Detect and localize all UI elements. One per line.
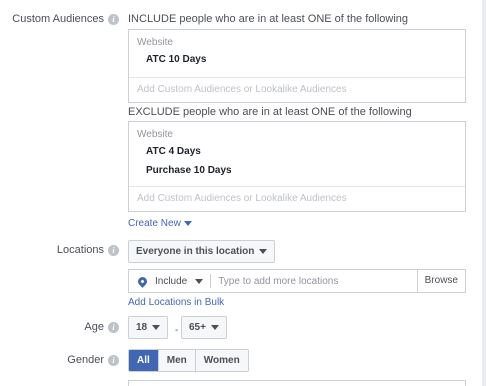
info-icon[interactable]: i bbox=[108, 354, 119, 366]
divider bbox=[210, 274, 212, 288]
age-label: Age i bbox=[84, 321, 119, 333]
include-audience-box: Website ATC 10 Days Add Custom Audiences… bbox=[128, 29, 466, 103]
create-new-link[interactable]: Create New bbox=[128, 218, 192, 229]
location-search-box: Include Type to add more locations Brows… bbox=[128, 269, 466, 293]
age-min-dropdown[interactable]: 18 bbox=[128, 316, 169, 339]
audience-item[interactable]: ATC 4 Days bbox=[137, 142, 457, 161]
age-label-text: Age bbox=[84, 321, 104, 333]
audience-item[interactable]: ATC 10 Days bbox=[137, 50, 457, 69]
include-label: Include bbox=[155, 275, 188, 287]
audience-category: Website bbox=[137, 37, 173, 48]
chevron-down-icon bbox=[259, 249, 268, 254]
chevron-down-icon bbox=[195, 278, 204, 284]
add-audience-input[interactable]: Add Custom Audiences or Lookalike Audien… bbox=[129, 77, 465, 102]
info-icon[interactable]: i bbox=[108, 321, 119, 333]
locations-label-text: Locations bbox=[56, 244, 104, 256]
exclude-audience-box: Website ATC 4 Days Purchase 10 Days Add … bbox=[128, 121, 466, 212]
info-icon[interactable]: i bbox=[108, 13, 119, 25]
next-field-box bbox=[128, 380, 466, 386]
chevron-down-icon bbox=[152, 325, 161, 330]
create-new-label: Create New bbox=[128, 218, 181, 229]
gender-toggle: All Men Women bbox=[128, 349, 249, 372]
age-min-value: 18 bbox=[136, 322, 148, 333]
scrollbar[interactable] bbox=[482, 0, 486, 386]
chevron-down-icon bbox=[183, 221, 192, 226]
location-type-dropdown[interactable]: Everyone in this location bbox=[128, 240, 276, 263]
audience-item[interactable]: Purchase 10 Days bbox=[137, 161, 457, 180]
gender-label-text: Gender bbox=[67, 354, 104, 366]
age-max-value: 65+ bbox=[189, 322, 206, 333]
browse-button[interactable]: Browse bbox=[416, 270, 465, 292]
chevron-down-icon bbox=[210, 325, 219, 330]
gender-all-button[interactable]: All bbox=[129, 350, 158, 371]
add-audience-input[interactable]: Add Custom Audiences or Lookalike Audien… bbox=[129, 186, 465, 211]
include-heading: INCLUDE people who are in at least ONE o… bbox=[128, 13, 409, 25]
exclude-heading: EXCLUDE people who are in at least ONE o… bbox=[128, 106, 412, 118]
gender-men-button[interactable]: Men bbox=[157, 350, 195, 371]
gender-label: Gender i bbox=[67, 354, 119, 366]
location-search-input[interactable]: Type to add more locations bbox=[218, 276, 416, 287]
custom-audiences-label: Custom Audiences i bbox=[12, 13, 119, 25]
gender-women-button[interactable]: Women bbox=[194, 350, 248, 371]
info-icon[interactable]: i bbox=[108, 244, 119, 256]
location-type-value: Everyone in this location bbox=[136, 246, 255, 257]
add-locations-bulk-link[interactable]: Add Locations in Bulk bbox=[128, 297, 224, 308]
age-separator: - bbox=[175, 325, 179, 336]
locations-label: Locations i bbox=[57, 244, 119, 256]
audience-category: Website bbox=[137, 129, 173, 140]
location-pin-icon bbox=[136, 274, 149, 288]
include-dropdown[interactable]: Include bbox=[155, 275, 204, 287]
custom-audiences-label-text: Custom Audiences bbox=[12, 13, 104, 25]
age-max-dropdown[interactable]: 65+ bbox=[181, 316, 227, 339]
